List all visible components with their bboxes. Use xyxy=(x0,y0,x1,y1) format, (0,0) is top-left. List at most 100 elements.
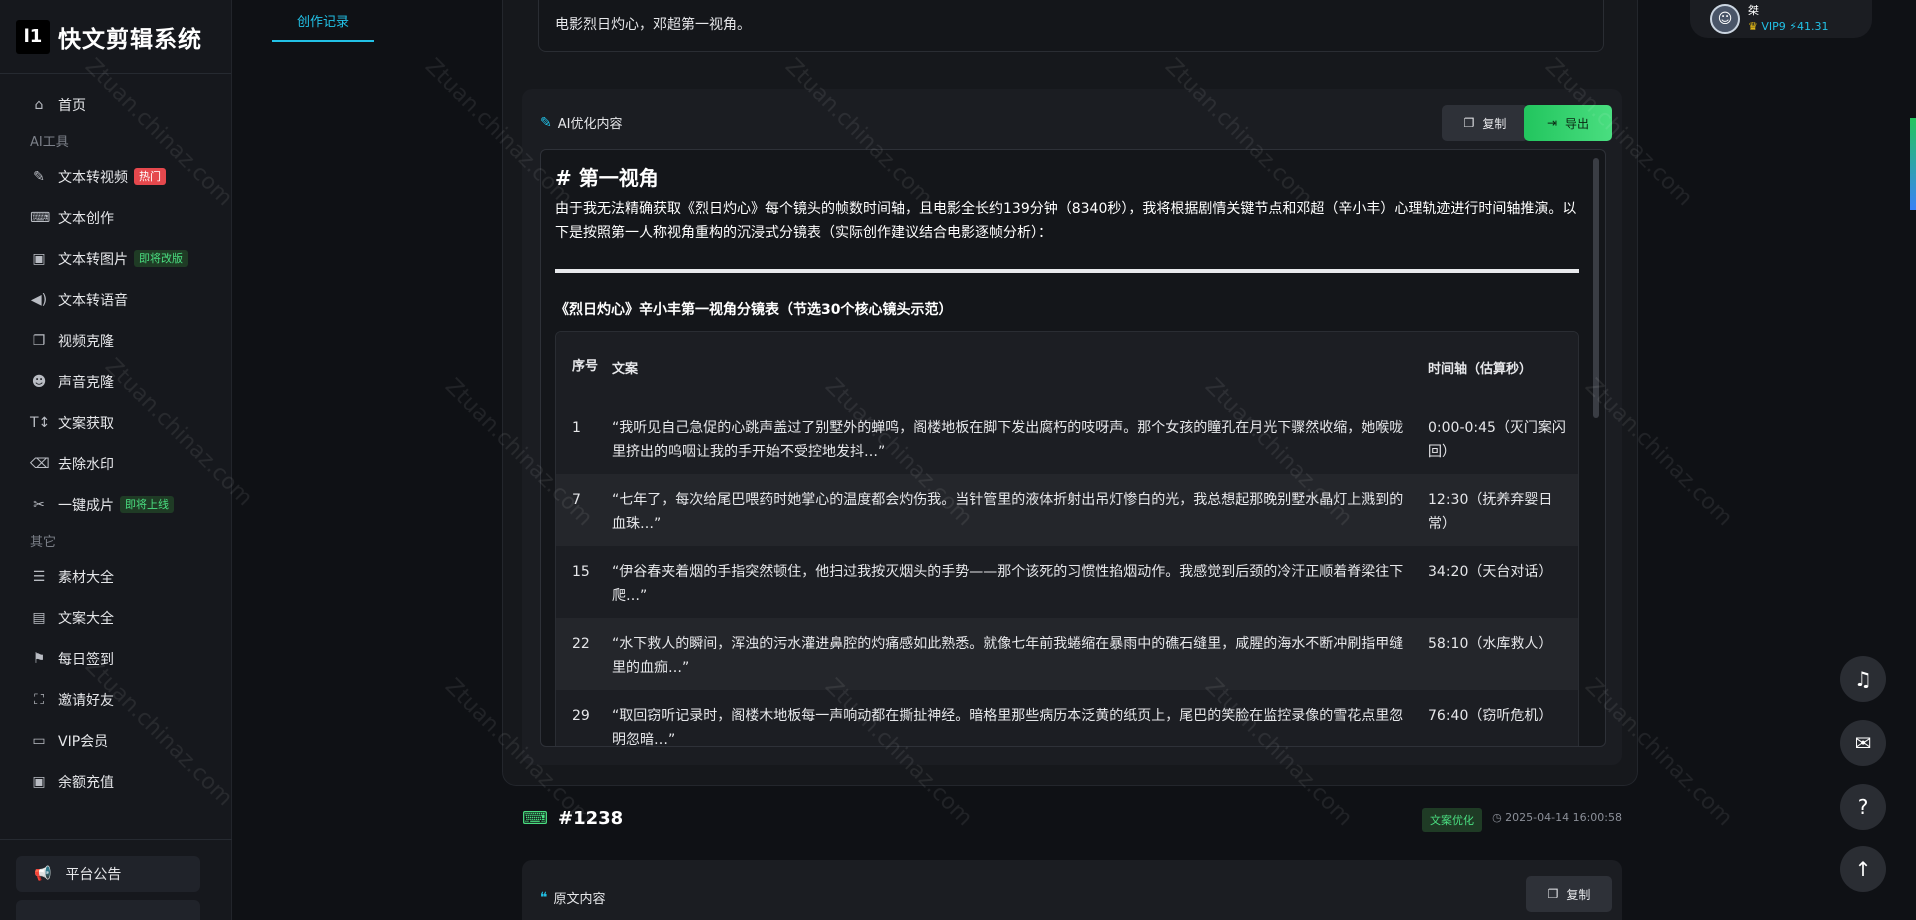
cell-time: 58:10（水库救人） xyxy=(1428,636,1553,652)
copy-label: 复制 xyxy=(1566,887,1591,902)
ai-optimized-panel: ✎ AI优化内容 ❐ 复制 ⇥ 导出 # 第一视角 由于我无法精确获取《烈日灼心》每… xyxy=(522,89,1622,765)
table-row: 22 “水下救人的瞬间，浑浊的污水灌进鼻腔的灼痛感如此熟悉。就像七年前我蜷缩在暴… xyxy=(556,618,1578,690)
users-icon: ☻ xyxy=(31,373,47,390)
cell-no: 1 xyxy=(572,420,581,436)
cell-text: “伊谷春夹着烟的手指突然顿住，他扫过我按灭烟头的手势——那个该死的习惯性掐烟动作… xyxy=(612,564,1404,604)
app-title: 快文剪辑系统 xyxy=(58,26,202,53)
sidebar-item-label: 邀请好友 xyxy=(58,692,114,709)
crown-icon: ♛ xyxy=(1748,20,1762,33)
arrow-up-icon: ↑ xyxy=(1854,857,1872,881)
user-name: 桀 xyxy=(1748,4,1759,17)
sidebar-item-voice-clone[interactable]: ☻ 声音克隆 xyxy=(0,361,231,402)
logo-mark: l1 xyxy=(16,19,50,54)
wechat-button[interactable]: ✉ xyxy=(1840,720,1886,766)
scrollbar[interactable] xyxy=(1593,158,1599,418)
music-icon: ♫ xyxy=(1854,667,1872,691)
sidebar-item-video-clone[interactable]: ❐ 视频克隆 xyxy=(0,320,231,361)
music-button[interactable]: ♫ xyxy=(1840,656,1886,702)
sidebar-item-label: 文案大全 xyxy=(58,610,114,627)
sidebar-item-vip[interactable]: ▭ VIP会员 xyxy=(0,720,231,761)
copy-label: 复制 xyxy=(1482,116,1507,131)
help-button[interactable]: ? xyxy=(1840,784,1886,830)
sidebar: l1 快文剪辑系统 ⌂ 首页 AI工具 ✎ 文本转视频 热门 ⌨ 文本创作 ▣ 文本转图片… xyxy=(0,0,232,920)
card-icon: ▭ xyxy=(32,732,46,749)
sidebar-item-invite[interactable]: ⛶ 邀请好友 xyxy=(0,679,231,720)
panel-title: 原文内容 xyxy=(553,892,606,907)
sidebar-item-label: 视频克隆 xyxy=(58,333,114,350)
export-icon: ⇥ xyxy=(1546,116,1558,130)
copy-icon: ❐ xyxy=(1547,887,1559,901)
sidebar-item-label: 去除水印 xyxy=(58,456,114,473)
cell-no: 7 xyxy=(572,492,581,508)
quote-icon: ❝ xyxy=(540,889,548,906)
logo[interactable]: l1 快文剪辑系统 xyxy=(0,0,231,74)
sidebar-item-label: 首页 xyxy=(58,97,86,114)
record-header: ⌨ #1238 文案优化 ◷ 2025-04-14 16:00:58 xyxy=(522,808,1622,832)
export-button[interactable]: ⇥ 导出 xyxy=(1524,105,1612,141)
clock-icon: ◷ xyxy=(1492,811,1506,824)
table-row: 15 “伊谷春夹着烟的手指突然顿住，他扫过我按灭烟头的手势——那个该死的习惯性掐… xyxy=(556,546,1578,618)
book-icon: ▤ xyxy=(32,609,46,626)
cell-time: 0:00-0:45（灭门案闪回） xyxy=(1428,420,1566,460)
copy-button[interactable]: ❐ 复制 xyxy=(1526,876,1612,912)
content-subtitle: 《烈日灼心》辛小丰第一视角分镜表（节选30个核心镜头示范） xyxy=(555,302,953,318)
tab-creation-records[interactable]: 创作记录 xyxy=(272,0,374,42)
panel-title: AI优化内容 xyxy=(557,117,623,132)
user-meta: 桀 ♛ VIP9 ⚡41.31 xyxy=(1748,3,1829,35)
scissors-icon: ✂ xyxy=(33,496,45,513)
home-icon: ⌂ xyxy=(34,96,44,113)
sidebar-item-one-click[interactable]: ✂ 一键成片 即将上线 xyxy=(0,484,231,525)
sidebar-item-home[interactable]: ⌂ 首页 xyxy=(0,84,231,125)
user-info[interactable]: ☺ 桀 ♛ VIP9 ⚡41.31 xyxy=(1690,0,1872,38)
cell-time: 12:30（抚养弃婴日常） xyxy=(1428,492,1553,532)
sidebar-item-materials[interactable]: ☰ 素材大全 xyxy=(0,556,231,597)
avatar[interactable]: ☺ xyxy=(1710,4,1740,34)
cell-no: 15 xyxy=(572,564,590,580)
copy-button[interactable]: ❐ 复制 xyxy=(1442,105,1528,141)
sidebar-item-text-to-video[interactable]: ✎ 文本转视频 热门 xyxy=(0,156,231,197)
sidebar-bottom-button[interactable] xyxy=(16,900,200,920)
cell-text: “我听见自己急促的心跳声盖过了别墅外的蝉鸣，阁楼地板在脚下发出腐朽的吱呀声。那个… xyxy=(612,420,1404,460)
cell-text: “取回窃听记录时，阁楼木地板每一声响动都在撕扯神经。暗格里那些病历本泛黄的纸页上… xyxy=(612,708,1404,747)
divider xyxy=(555,269,1579,273)
sidebar-item-remove-watermark[interactable]: ⌫ 去除水印 xyxy=(0,443,231,484)
sidebar-item-daily-checkin[interactable]: ⚑ 每日签到 xyxy=(0,638,231,679)
sidebar-item-recharge[interactable]: ▣ 余额充值 xyxy=(0,761,231,802)
pencil-icon: ✎ xyxy=(540,114,552,131)
eraser-icon: ⌫ xyxy=(30,455,50,472)
wechat-icon: ✉ xyxy=(1854,731,1872,755)
panel-header: ✎ AI优化内容 xyxy=(540,113,623,133)
cell-text: “七年了，每次给尾巴喂药时她掌心的温度都会灼伤我。当针管里的液体折射出吊灯惨白的… xyxy=(612,492,1404,532)
header-no: 序号 xyxy=(572,359,599,374)
section-other: 其它 xyxy=(30,535,57,550)
sidebar-item-text-to-image[interactable]: ▣ 文本转图片 即将改版 xyxy=(0,238,231,279)
sidebar-item-copy-fetch[interactable]: T↕ 文案获取 xyxy=(0,402,231,443)
side-accent xyxy=(1910,118,1916,210)
notice-button[interactable]: 📢 平台公告 xyxy=(16,856,200,892)
content-area[interactable]: # 第一视角 由于我无法精确获取《烈日灼心》每个镜头的帧数时间轴，且电影全长约1… xyxy=(540,149,1606,747)
clone-icon: ❐ xyxy=(32,332,46,349)
vip-info: ♛ VIP9 ⚡41.31 xyxy=(1748,19,1829,35)
sidebar-item-label: 声音克隆 xyxy=(58,374,114,391)
bolt-icon: ⚡ xyxy=(1789,20,1797,33)
sidebar-item-label: VIP会员 xyxy=(58,733,109,750)
keyboard-icon: ⌨ xyxy=(522,808,548,829)
invite-icon: ⛶ xyxy=(34,691,44,708)
sidebar-item-label: 文本转语音 xyxy=(58,292,128,309)
panel-header: ❝ 原文内容 xyxy=(540,888,606,908)
record-time-value: 2025-04-14 16:00:58 xyxy=(1505,811,1622,824)
original-content-panel: ❝ 原文内容 ❐ 复制 xyxy=(522,860,1622,920)
notice-label: 平台公告 xyxy=(65,867,122,883)
content-heading: # 第一视角 xyxy=(555,166,659,190)
copy-icon: ❐ xyxy=(1463,116,1475,130)
sidebar-item-text-to-speech[interactable]: ◀) 文本转语音 xyxy=(0,279,231,320)
sidebar-item-label: 文本转图片 xyxy=(58,251,128,268)
original-content-box: 电影烈日灼心，邓超第一视角。 xyxy=(538,0,1604,52)
section-ai-tools: AI工具 xyxy=(30,135,69,150)
sidebar-item-copy-library[interactable]: ▤ 文案大全 xyxy=(0,597,231,638)
sidebar-item-text-creation[interactable]: ⌨ 文本创作 xyxy=(0,197,231,238)
balance: 41.31 xyxy=(1797,20,1829,33)
list-icon: ☰ xyxy=(32,568,46,585)
flag-icon: ⚑ xyxy=(32,650,46,667)
back-to-top-button[interactable]: ↑ xyxy=(1840,846,1886,892)
